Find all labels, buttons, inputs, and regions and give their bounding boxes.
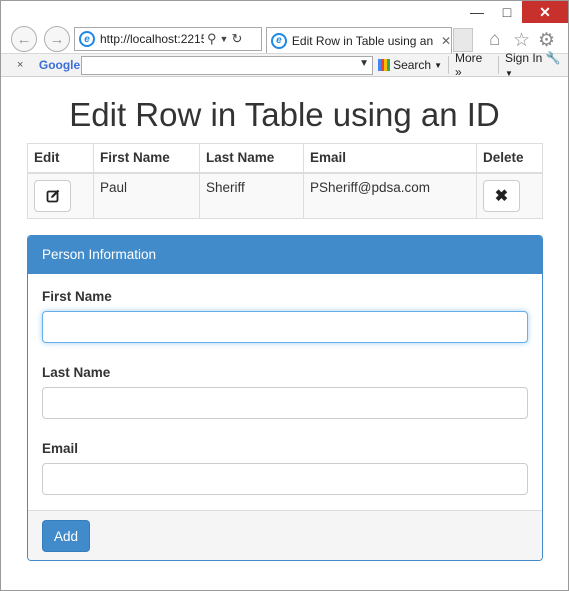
people-table: Edit First Name Last Name Email Delete P… bbox=[27, 143, 543, 219]
google-g-icon bbox=[378, 59, 391, 71]
home-icon[interactable]: ⌂ bbox=[489, 29, 500, 51]
new-tab-button[interactable] bbox=[453, 28, 473, 52]
browser-window: — □ ✕ ← → e http://localhost:2215 ⚲ ▼ ↻ … bbox=[0, 0, 569, 591]
close-icon: ✖ bbox=[494, 187, 509, 205]
ie-icon: e bbox=[79, 31, 95, 47]
google-toolbar: × Google ▼ Search ▼ More » Sign In 🔧 ▼ bbox=[1, 51, 568, 79]
maximize-button[interactable]: □ bbox=[492, 1, 522, 23]
google-search-button[interactable]: Search ▼ bbox=[378, 58, 442, 72]
first-name-input[interactable] bbox=[42, 311, 528, 343]
header-delete: Delete bbox=[476, 143, 543, 174]
google-logo: Google bbox=[38, 58, 81, 72]
table-row: Paul Sheriff PSheriff@pdsa.com ✖ bbox=[27, 172, 543, 219]
refresh-icon[interactable]: ↻ bbox=[231, 31, 242, 47]
header-edit: Edit bbox=[27, 143, 94, 174]
ie-tab-icon: e bbox=[271, 32, 287, 49]
chevron-down-icon[interactable]: ▼ bbox=[359, 58, 369, 69]
double-chevron-icon: » bbox=[455, 65, 462, 79]
search-button-label: Search bbox=[393, 58, 432, 72]
minimize-button[interactable]: — bbox=[462, 1, 492, 23]
google-search-input[interactable]: ▼ bbox=[80, 55, 374, 75]
navigation-bar: ← → e http://localhost:2215 ⚲ ▼ ↻ e Edit… bbox=[1, 25, 568, 53]
page-title: Edit Row in Table using an ID bbox=[69, 96, 500, 133]
address-text[interactable]: http://localhost:2215 bbox=[100, 32, 204, 46]
email-input[interactable] bbox=[42, 463, 528, 495]
toolbar-close-icon[interactable]: × bbox=[17, 59, 31, 71]
signin-button[interactable]: Sign In 🔧 ▼ bbox=[505, 51, 568, 79]
wrench-icon: 🔧 bbox=[545, 51, 561, 65]
page-content: Edit Row in Table using an ID Edit First… bbox=[1, 78, 568, 590]
edit-icon bbox=[46, 189, 59, 202]
header-email: Email bbox=[303, 143, 477, 174]
first-name-label: First Name bbox=[42, 289, 112, 304]
forward-arrow-icon: → bbox=[49, 30, 65, 48]
search-icon[interactable]: ⚲ bbox=[207, 31, 217, 47]
close-window-button[interactable]: ✕ bbox=[522, 1, 568, 23]
back-button[interactable]: ← bbox=[11, 26, 37, 52]
last-name-cell: Sheriff bbox=[199, 172, 304, 219]
toolbar-divider bbox=[448, 56, 449, 74]
more-label: More bbox=[455, 51, 483, 65]
search-dropdown-icon: ▼ bbox=[434, 60, 443, 70]
delete-cell: ✖ bbox=[476, 172, 543, 219]
dropdown-icon[interactable]: ▼ bbox=[220, 34, 229, 44]
edit-cell bbox=[27, 172, 94, 219]
last-name-label: Last Name bbox=[42, 365, 111, 380]
panel-title: Person Information bbox=[28, 236, 542, 274]
gear-icon[interactable]: ⚙ bbox=[538, 29, 555, 52]
panel-body: First Name Last Name Email bbox=[28, 274, 542, 512]
table-header-row: Edit First Name Last Name Email Delete bbox=[27, 143, 543, 174]
first-name-cell: Paul bbox=[93, 172, 200, 219]
star-icon[interactable]: ☆ bbox=[513, 29, 530, 52]
toolbar-divider bbox=[498, 56, 499, 74]
window-controls: — □ ✕ bbox=[462, 1, 568, 25]
last-name-input[interactable] bbox=[42, 387, 528, 419]
forward-button[interactable]: → bbox=[44, 26, 70, 52]
add-button[interactable]: Add bbox=[42, 520, 90, 552]
tab-title: Edit Row in Table using an I... bbox=[291, 33, 437, 48]
tab-active[interactable]: e Edit Row in Table using an I... ✕ bbox=[266, 27, 452, 53]
address-bar[interactable]: e http://localhost:2215 ⚲ ▼ ↻ bbox=[74, 27, 262, 51]
email-label: Email bbox=[42, 441, 79, 456]
more-button[interactable]: More » bbox=[455, 51, 492, 79]
edit-button[interactable] bbox=[34, 179, 71, 212]
signin-label: Sign In bbox=[505, 51, 543, 65]
panel-footer: Add bbox=[28, 510, 542, 560]
tab-close-icon[interactable]: ✕ bbox=[441, 34, 451, 48]
header-last-name: Last Name bbox=[199, 143, 304, 174]
back-arrow-icon: ← bbox=[16, 30, 32, 48]
delete-button[interactable]: ✖ bbox=[483, 179, 520, 212]
email-cell: PSheriff@pdsa.com bbox=[303, 172, 477, 219]
person-information-panel: Person Information First Name Last Name … bbox=[27, 235, 543, 561]
signin-dropdown-icon: ▼ bbox=[505, 69, 513, 78]
header-first-name: First Name bbox=[93, 143, 200, 174]
